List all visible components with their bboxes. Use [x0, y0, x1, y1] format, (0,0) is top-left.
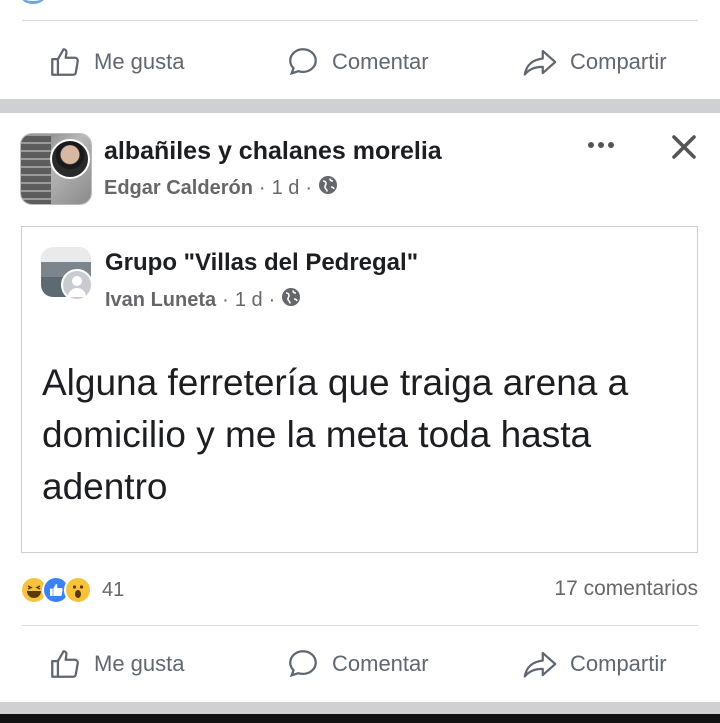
post-header: albañiles y chalanes morelia Edgar Calde… — [0, 113, 720, 223]
shared-post-card[interactable]: Grupo "Villas del Pedregal" Ivan Luneta … — [21, 226, 698, 553]
author-avatar[interactable] — [50, 139, 90, 179]
post-separator — [0, 702, 720, 714]
share-arrow-icon — [522, 45, 558, 79]
like-button[interactable]: Me gusta — [48, 45, 185, 79]
thumbs-up-icon — [48, 45, 82, 79]
post-separator — [0, 99, 720, 113]
author-name[interactable]: Edgar Calderón — [104, 177, 253, 200]
shared-post-meta: Ivan Luneta · 1 d · — [105, 287, 301, 313]
thumbs-up-icon — [48, 647, 82, 681]
reactions-summary[interactable]: 41 — [20, 572, 124, 608]
meta-separator: · — [268, 288, 276, 311]
shared-group-name[interactable]: Grupo "Villas del Pedregal" — [105, 249, 418, 277]
meta-separator: · — [305, 176, 313, 199]
share-label: Compartir — [570, 49, 667, 74]
divider — [22, 625, 698, 626]
comment-button[interactable]: Comentar — [286, 45, 429, 79]
reaction-count: 41 — [102, 578, 125, 601]
post-meta: Edgar Calderón · 1 d · — [104, 175, 338, 201]
globe-icon — [281, 287, 301, 313]
comment-label: Comentar — [332, 49, 429, 74]
like-label: Me gusta — [94, 49, 185, 74]
like-label: Me gusta — [94, 651, 185, 676]
previous-post-reaction-edge — [18, 0, 48, 4]
share-button[interactable]: Compartir — [522, 647, 667, 681]
shared-post-time[interactable]: 1 d — [235, 289, 263, 312]
shared-author-avatar[interactable] — [61, 269, 93, 301]
share-arrow-icon — [522, 647, 558, 681]
group-name[interactable]: albañiles y chalanes morelia — [104, 137, 442, 166]
meta-separator: · — [258, 176, 266, 199]
comment-label: Comentar — [332, 651, 429, 676]
divider — [22, 20, 698, 21]
share-label: Compartir — [570, 651, 667, 676]
close-icon[interactable] — [668, 131, 700, 168]
wow-reaction-icon — [64, 576, 92, 604]
post-time[interactable]: 1 d — [272, 177, 300, 200]
screen-bottom-edge — [0, 714, 720, 723]
meta-separator: · — [222, 288, 229, 311]
speech-bubble-icon — [286, 647, 320, 681]
globe-icon — [318, 175, 338, 201]
shared-post-text: Alguna ferretería que traiga arena a dom… — [42, 362, 629, 507]
action-bar-bottom: Me gusta Comentar Compartir — [0, 634, 720, 694]
share-button[interactable]: Compartir — [522, 45, 667, 79]
more-options-icon[interactable] — [588, 135, 618, 155]
comment-button[interactable]: Comentar — [286, 647, 429, 681]
comment-count[interactable]: 17 comentarios — [554, 577, 698, 601]
speech-bubble-icon — [286, 45, 320, 79]
action-bar-top: Me gusta Comentar Compartir — [0, 32, 720, 92]
like-button[interactable]: Me gusta — [48, 647, 185, 681]
shared-author-name[interactable]: Ivan Luneta — [105, 289, 216, 312]
